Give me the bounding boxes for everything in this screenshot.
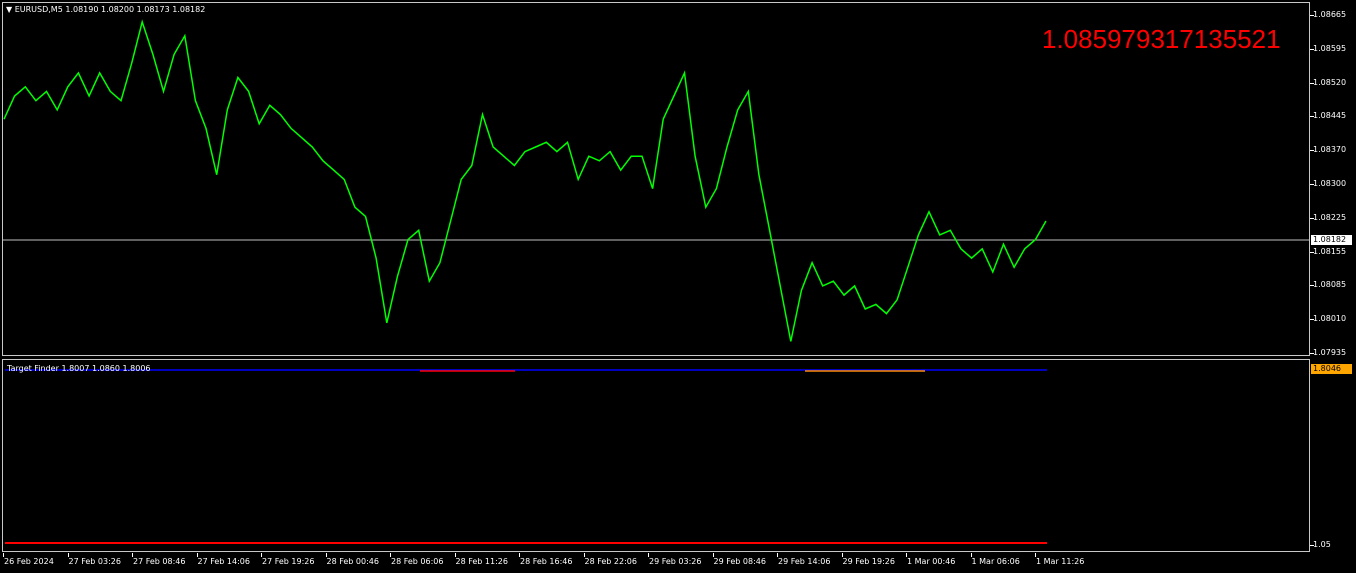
time-tick-label: 26 Feb 2024 <box>4 557 54 566</box>
time-tick-label: 28 Feb 06:06 <box>391 557 444 566</box>
price-scale[interactable]: 1.08665 1.08595 1.08520 1.08445 1.08370 1.083… <box>1310 0 1356 357</box>
price-tick-label: 1.08010 <box>1313 314 1347 324</box>
price-tick-label: 1.08445 <box>1313 111 1347 121</box>
big-red-value: 1.085979317135521 <box>1042 24 1281 54</box>
indicator-scale[interactable]: 1.05 <box>1310 359 1356 552</box>
current-price-box: 1.08182 <box>1311 235 1352 245</box>
time-tick-label: 27 Feb 08:46 <box>133 557 186 566</box>
time-tick-label: 27 Feb 03:26 <box>68 557 121 566</box>
ohlc-values: 1.08190 1.08200 1.08173 1.08182 <box>65 5 206 14</box>
price-tick-label: 1.08595 <box>1313 43 1347 53</box>
chart-canvas <box>3 19 1309 544</box>
price-series-line <box>3 19 1047 342</box>
indicator-current-box: 1.8046 <box>1311 364 1352 374</box>
chart-header: ▼ EURUSD,M5 1.08190 1.08200 1.08173 1.08… <box>6 5 205 14</box>
price-tick-label: 1.08370 <box>1313 145 1347 155</box>
price-tick-label: 1.08225 <box>1313 212 1347 222</box>
time-axis[interactable]: 26 Feb 2024 27 Feb 03:26 27 Feb 08:46 27 Fe… <box>0 553 1310 573</box>
price-tick-label: 1.07935 <box>1313 348 1347 357</box>
time-tick-label: 29 Feb 08:46 <box>713 557 766 566</box>
indicator-label: Target Finder 1.8007 1.0860 1.8006 <box>7 364 151 373</box>
symbol-timeframe: EURUSD,M5 <box>14 5 63 14</box>
time-tick-label: 28 Feb 00:46 <box>326 557 379 566</box>
time-tick-label: 1 Mar 06:06 <box>971 557 1020 566</box>
price-tick-label: 1.08300 <box>1313 179 1347 188</box>
price-tick-label: 1.08155 <box>1313 246 1347 256</box>
time-tick-label: 1 Mar 00:46 <box>907 557 956 566</box>
dropdown-arrow-icon[interactable]: ▼ <box>6 5 12 14</box>
indicator-scale-low: 1.05 <box>1313 540 1331 549</box>
time-tick-label: 28 Feb 22:06 <box>584 557 637 566</box>
price-tick-label: 1.08665 <box>1313 10 1347 19</box>
time-tick-label: 1 Mar 11:26 <box>1036 557 1085 566</box>
time-tick-label: 28 Feb 16:46 <box>520 557 573 566</box>
price-tick-label: 1.08085 <box>1313 280 1347 290</box>
time-tick-label: 28 Feb 11:26 <box>455 557 508 566</box>
time-tick-label: 29 Feb 03:26 <box>649 557 702 566</box>
time-tick-label: 29 Feb 19:26 <box>842 557 895 566</box>
time-tick-label: 27 Feb 14:06 <box>197 557 250 566</box>
time-tick-label: 29 Feb 14:06 <box>778 557 831 566</box>
price-tick-label: 1.08520 <box>1313 77 1347 87</box>
time-tick-label: 27 Feb 19:26 <box>262 557 315 566</box>
